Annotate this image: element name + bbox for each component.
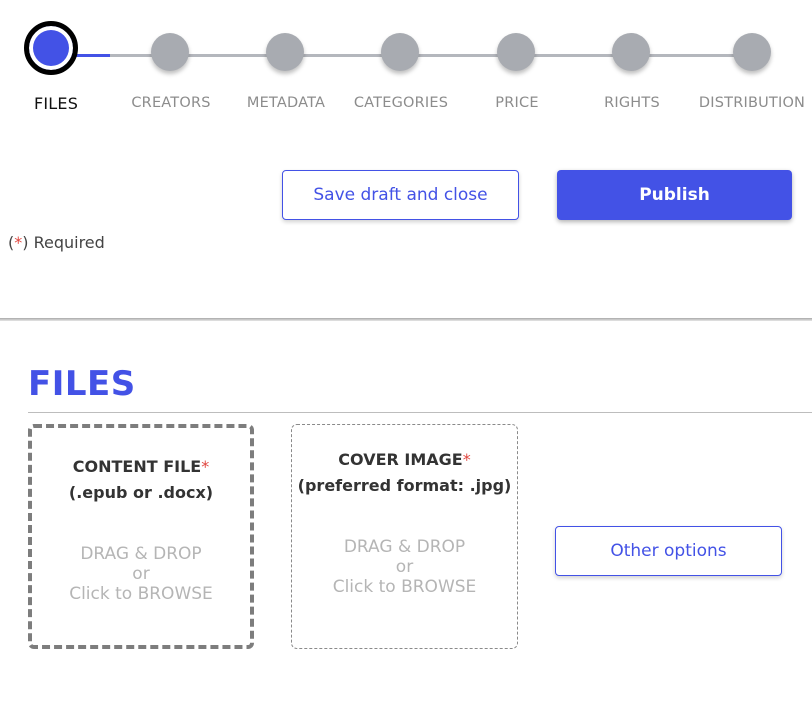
drop-hint-browse: Click to BROWSE [69,584,213,604]
drop-hint-browse: Click to BROWSE [332,577,477,597]
cover-image-heading: COVER IMAGE* [338,447,470,473]
step-dot [497,33,535,71]
drop-hint-drag: DRAG & DROP [343,537,466,557]
content-file-title: CONTENT FILE [72,457,202,476]
step-creators[interactable] [151,33,193,75]
required-note-text: ) Required [22,233,105,252]
step-dot [733,33,771,71]
step-label-categories[interactable]: CATEGORIES [354,95,448,111]
progress-stepper: FILES CREATORS METADATA CATEGORIES PRICE… [0,0,812,130]
step-price[interactable] [497,33,539,75]
step-files[interactable] [24,21,78,75]
step-dot [612,33,650,71]
step-metadata[interactable] [266,33,308,75]
step-label-distribution[interactable]: DISTRIBUTION [699,95,805,111]
section-divider [0,318,812,321]
step-dot [151,33,189,71]
drop-hint-or: or [132,564,150,584]
drop-hint-or: or [395,557,414,577]
step-dot-current [24,21,78,75]
section-rule [28,412,812,413]
step-label-price[interactable]: PRICE [495,95,538,111]
step-label-rights[interactable]: RIGHTS [604,95,660,111]
cover-image-formats: (preferred format: .jpg) [297,476,512,495]
section-title: FILES [28,364,136,404]
drop-hint-drag: DRAG & DROP [80,544,202,564]
step-rights[interactable] [612,33,654,75]
required-note: (*) Required [8,233,105,252]
save-draft-button[interactable]: Save draft and close [282,170,519,220]
content-file-dropzone[interactable]: CONTENT FILE* (.epub or .docx) DRAG & DR… [28,424,254,649]
step-label-metadata[interactable]: METADATA [247,95,325,111]
step-dot [381,33,419,71]
step-categories[interactable] [381,33,423,75]
step-distribution[interactable] [733,33,775,75]
required-star: * [462,450,471,469]
content-file-heading: CONTENT FILE* [73,454,209,480]
content-file-formats: (.epub or .docx) [68,483,214,502]
required-star: * [201,457,210,476]
cover-image-dropzone[interactable]: COVER IMAGE* (preferred format: .jpg) DR… [291,424,518,649]
step-dot [266,33,304,71]
cover-image-title: COVER IMAGE [338,450,463,469]
step-label-creators[interactable]: CREATORS [131,95,210,111]
other-options-button[interactable]: Other options [555,526,782,576]
publish-button[interactable]: Publish [557,170,792,220]
step-label-files[interactable]: FILES [34,94,78,113]
